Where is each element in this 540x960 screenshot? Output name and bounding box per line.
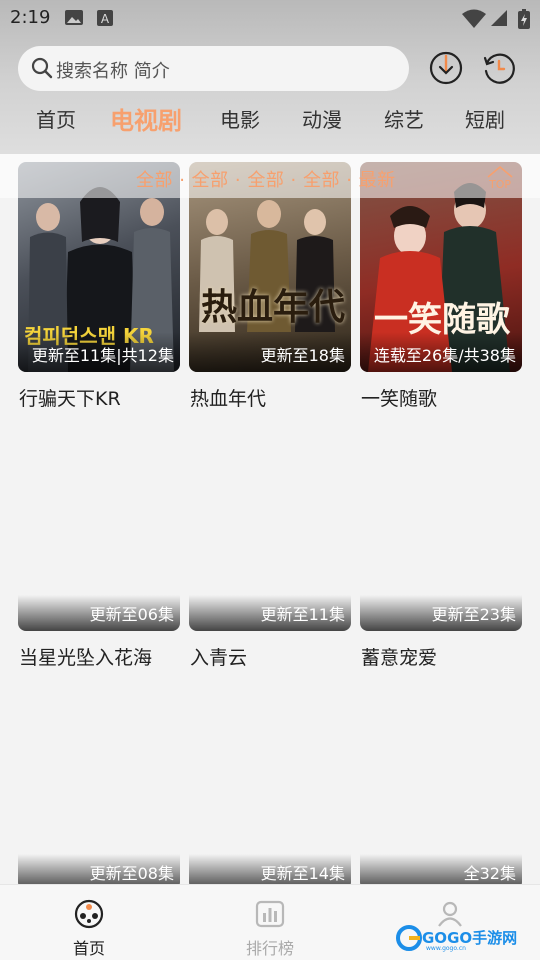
font-icon: A (97, 10, 113, 26)
episode-badge: 更新至14集 (260, 864, 345, 883)
tab-home[interactable]: 首页 (36, 104, 76, 133)
status-time: 2:19 (10, 7, 51, 28)
video-title: 入青云 (190, 647, 248, 669)
watermark-logo: GOGO手游网 www.gogo.cn (396, 925, 517, 953)
history-icon[interactable] (482, 51, 516, 85)
nav-home-label: 首页 (72, 939, 105, 958)
chevron-up-icon (487, 165, 513, 178)
nav-ranking-label: 排行榜 (245, 939, 294, 958)
svg-text:A: A (101, 12, 110, 26)
film-reel-icon (74, 899, 104, 929)
signal-icon (491, 10, 507, 26)
filter-bar[interactable]: 全部 · 全部 · 全部 · 全部 · 最新 TOP (0, 154, 540, 198)
search-input[interactable]: 搜索名称 简介 (18, 46, 409, 91)
poster-image: 更新至14集 (189, 680, 351, 884)
episode-badge: 更新至18集 (260, 346, 345, 365)
watermark-sub: www.gogo.cn (426, 945, 466, 952)
video-title: 蓄意宠爱 (361, 647, 438, 669)
video-title: 行骗天下KR (19, 388, 121, 410)
video-title: 热血年代 (190, 388, 267, 410)
poster-image: 全32集 (360, 680, 522, 884)
poster-image: 更新至23集 (360, 421, 522, 631)
episode-badge: 连载至26集/共38集 (373, 346, 516, 365)
tab-variety[interactable]: 综艺 (384, 104, 424, 133)
video-title: 一笑随歌 (361, 388, 438, 410)
episode-badge: 更新至08集 (89, 864, 174, 883)
back-to-top-button[interactable]: TOP (484, 164, 516, 194)
status-bar: 2:19 A (0, 0, 540, 36)
category-tabs: 首页 电视剧 电影 动漫 综艺 短剧 (0, 104, 540, 140)
bottom-nav: 首页 排行榜 GOGO手游网 www.gogo.cn (0, 884, 540, 960)
poster-image: 更新至11集 (189, 421, 351, 631)
battery-icon (518, 9, 530, 29)
episode-badge: 更新至06集 (89, 605, 174, 624)
nav-home[interactable]: 首页 (39, 899, 139, 959)
episode-badge: 更新至11集 (260, 605, 345, 624)
video-grid: 컴피던스맨 KR 更新至11集|共12集 行骗天下KR 热血年代 更新至18集 … (0, 154, 540, 884)
download-icon[interactable] (429, 51, 463, 85)
episode-badge: 更新至23集 (431, 605, 516, 624)
tab-movie[interactable]: 电影 (220, 104, 260, 133)
nav-ranking[interactable]: 排行榜 (220, 899, 320, 959)
tab-anime[interactable]: 动漫 (302, 104, 342, 133)
video-title: 当星光坠入花海 (19, 647, 153, 669)
logo-icon (396, 925, 422, 951)
gallery-icon (65, 10, 83, 25)
filter-summary[interactable]: 全部 · 全部 · 全部 · 全部 · 最新 (136, 166, 396, 192)
top-label: TOP (488, 178, 511, 191)
poster-image: 更新至06集 (18, 421, 180, 631)
episode-badge: 全32集 (463, 864, 516, 883)
episode-badge: 更新至11集|共12集 (31, 346, 174, 365)
tab-tv[interactable]: 电视剧 (110, 101, 182, 136)
top-header: 2:19 A 搜索名称 简介 首页 电视剧 电影 动漫 综艺 短剧 (0, 0, 540, 154)
bar-chart-icon (255, 900, 285, 928)
tab-short[interactable]: 短剧 (465, 104, 505, 133)
poster-image: 更新至08集 (18, 680, 180, 884)
poster-title: 热血年代 (201, 286, 346, 328)
search-placeholder: 搜索名称 简介 (56, 61, 170, 82)
search-icon (31, 57, 53, 79)
wifi-icon (462, 9, 486, 28)
